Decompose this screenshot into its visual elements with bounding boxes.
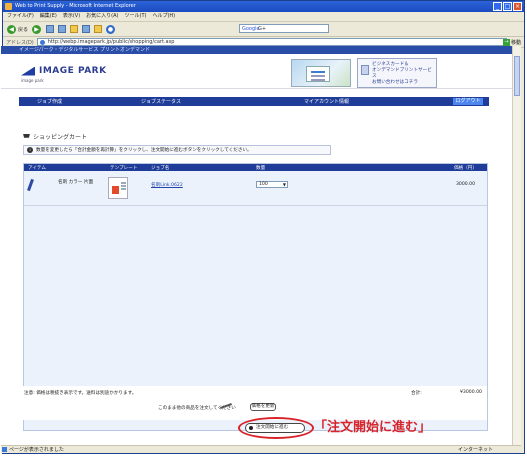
home-icon[interactable] — [70, 25, 79, 33]
item-name: 名刺 カラー 片面 — [58, 180, 94, 185]
go-label: 移動 — [510, 39, 521, 46]
banner-line-2: オンデマンドプリントサービス — [372, 68, 432, 79]
minimize-button[interactable]: _ — [493, 2, 502, 11]
total-value: ¥3000.00 — [460, 390, 482, 395]
site-top-strip: イメージパーク・デジタルサービス プリントオンデマンド — [1, 46, 512, 54]
vertical-scrollbar[interactable] — [512, 46, 521, 445]
menu-file[interactable]: ファイル(F) — [7, 12, 34, 21]
info-icon: i — [27, 147, 33, 153]
back-button[interactable]: ◀ 戻る — [7, 24, 28, 34]
google-label: Google — [242, 26, 260, 32]
edit-pen-icon[interactable] — [27, 179, 35, 193]
tab-job-create[interactable]: ジョブ作成 — [37, 98, 62, 105]
tab-account[interactable]: マイアカウント情報 — [304, 98, 349, 105]
logout-button[interactable]: ログアウト — [453, 98, 483, 105]
window-title: Web to Print Supply - Microsoft Internet… — [15, 3, 136, 9]
security-zone: インターネット — [457, 447, 493, 453]
logo-subtext: image park — [21, 78, 44, 83]
scrollbar-thumb[interactable] — [514, 56, 520, 96]
cart-footer: 注意: 価格は税抜き表示です。送料は別途かかります。 合計: ¥3000.00 … — [22, 386, 487, 420]
stop-icon[interactable] — [46, 25, 55, 33]
back-label: 戻る — [18, 26, 29, 33]
quantity-value: 100 — [259, 182, 268, 187]
page-icon — [39, 40, 45, 45]
proceed-to-order-button[interactable]: 注文開始に進む — [245, 423, 305, 433]
cart-icon — [23, 133, 30, 138]
template-thumbnail[interactable] — [108, 177, 128, 199]
status-page-icon — [2, 447, 7, 452]
site-nav: ジョブ作成 ジョブステータス マイアカウント情報 ログアウト — [19, 97, 489, 106]
title-bar: Web to Print Supply - Microsoft Internet… — [3, 1, 524, 12]
window-controls: _ □ × — [493, 2, 522, 11]
proceed-to-order-label: 注文開始に進む — [256, 425, 289, 430]
table-row: 名刺 カラー 片面 名刺Link.0622 100 ▼ 3000.00 — [24, 171, 487, 206]
total-label: 合計: — [411, 391, 422, 396]
history-icon[interactable]: ● — [106, 24, 116, 34]
site-logo[interactable]: IMAGE PARK — [21, 66, 107, 76]
info-text: 数量を変更したら「合計金額を再計算」をクリックし、注文開始に進むボタンをクリック… — [36, 148, 252, 153]
search-icon[interactable] — [82, 25, 91, 33]
menu-edit[interactable]: 編集(E) — [40, 12, 57, 21]
ie-app-icon — [5, 3, 12, 10]
print-icon — [361, 65, 369, 75]
forward-arrow-icon: ▶ — [32, 24, 42, 34]
close-button[interactable]: × — [513, 2, 522, 11]
chevron-down-icon: ▼ — [282, 182, 286, 187]
tab-job-status[interactable]: ジョブステータス — [141, 98, 181, 105]
document-icon — [306, 66, 330, 82]
site-header: IMAGE PARK image park ビジネスカード＆ オンデマンドプリン… — [1, 54, 512, 89]
tax-note: 注意: 価格は税抜き表示です。送料は別途かかります。 — [24, 391, 137, 396]
toolbar: ◀ 戻る ▶ ● Google G+ — [3, 22, 524, 37]
bullet-icon — [249, 426, 253, 430]
forward-button[interactable]: ▶ — [32, 24, 42, 34]
go-button[interactable]: → 移動 — [502, 38, 521, 46]
pen-icon — [220, 402, 232, 410]
menu-view[interactable]: 表示(V) — [63, 12, 80, 21]
update-price-button[interactable]: 価格を更新 — [250, 403, 276, 411]
google-search-box[interactable]: Google G+ — [239, 24, 329, 33]
back-arrow-icon: ◀ — [7, 24, 16, 34]
logo-text: IMAGE PARK — [39, 66, 107, 76]
table-header: アイテム テンプレート ジョブ名 数量 価格（円） — [24, 164, 487, 171]
banner-line-3: お問い合わせはコチラ — [372, 80, 418, 85]
refresh-icon[interactable] — [58, 25, 67, 33]
address-label: アドレス(D) — [6, 39, 34, 46]
maximize-button[interactable]: □ — [503, 2, 512, 11]
menu-help[interactable]: ヘルプ(H) — [152, 12, 175, 21]
job-name-link[interactable]: 名刺Link.0622 — [151, 182, 183, 188]
banner-image — [291, 59, 351, 87]
logo-mark-icon — [21, 66, 35, 76]
go-arrow-icon: → — [502, 38, 510, 46]
address-input[interactable]: http://webp.imagepark.jp/public/shopping… — [36, 38, 507, 46]
contact-banner[interactable]: ビジネスカード＆ オンデマンドプリントサービス お問い合わせはコチラ — [357, 58, 437, 88]
status-bar: ページが表示されました インターネット — [1, 445, 521, 453]
callout-label: 「注文開始に進む」 — [314, 420, 432, 435]
menu-bar: ファイル(F) 編集(E) 表示(V) お気に入り(A) ツール(T) ヘルプ(… — [3, 12, 524, 22]
menu-favorites[interactable]: お気に入り(A) — [86, 12, 118, 21]
page-title-text: ショッピングカート — [33, 134, 88, 141]
favorites-icon[interactable] — [94, 25, 103, 33]
info-message: i 数量を変更したら「合計金額を再計算」をクリックし、注文開始に進むボタンをクリ… — [23, 145, 331, 155]
status-text: ページが表示されました — [9, 447, 64, 453]
address-value: http://webp.imagepark.jp/public/shopping… — [47, 39, 175, 45]
price-value: 3000.00 — [456, 182, 475, 187]
menu-tools[interactable]: ツール(T) — [125, 12, 147, 21]
quantity-select[interactable]: 100 ▼ — [256, 181, 288, 188]
page-title: ショッピングカート — [23, 132, 87, 141]
